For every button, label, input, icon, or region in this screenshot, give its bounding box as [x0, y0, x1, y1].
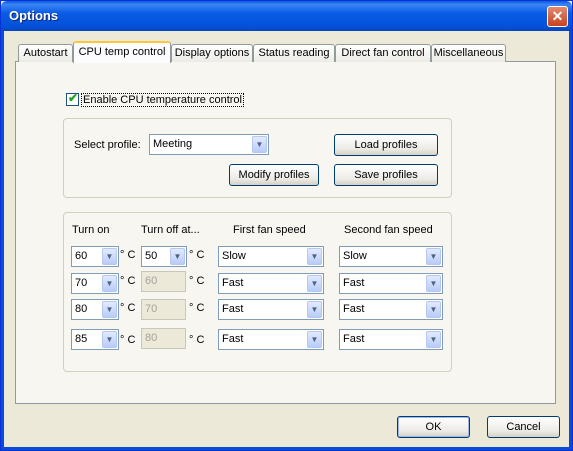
- tab-cpu-temp-control[interactable]: CPU temp control: [73, 41, 171, 63]
- modify-profiles-button[interactable]: Modify profiles: [229, 164, 319, 186]
- turn-off-header: Turn off at...: [141, 224, 200, 236]
- turn-off-field-disabled: 80: [141, 328, 186, 349]
- first-fan-speed-header: First fan speed: [233, 224, 306, 236]
- chevron-down-icon[interactable]: ▼: [426, 275, 441, 292]
- window-frame-left: [1, 31, 4, 450]
- unit-label: ° C: [189, 302, 205, 314]
- second-fan-speed-select[interactable]: Fast ▼: [339, 329, 443, 350]
- turn-on-select[interactable]: 85 ▼: [71, 329, 119, 350]
- turn-on-header: Turn on: [72, 224, 110, 236]
- first-fan-speed-value: Fast: [222, 277, 244, 289]
- turn-off-select[interactable]: 50 ▼: [141, 246, 187, 267]
- chevron-down-icon[interactable]: ▼: [252, 136, 267, 153]
- unit-label: ° C: [189, 249, 205, 261]
- unit-label: ° C: [120, 302, 136, 314]
- profile-select-value: Meeting: [153, 138, 193, 150]
- unit-label: ° C: [189, 275, 205, 287]
- tab-display-options[interactable]: Display options: [171, 44, 253, 62]
- unit-label: ° C: [120, 249, 136, 261]
- title-bar[interactable]: Options: [1, 1, 572, 31]
- turn-off-value: 70: [145, 303, 158, 315]
- unit-label: ° C: [120, 334, 136, 346]
- close-icon: ✕: [551, 8, 564, 24]
- select-profile-label: Select profile:: [74, 139, 141, 151]
- ok-button[interactable]: OK: [397, 416, 470, 438]
- checkmark-icon: ✔: [68, 91, 79, 105]
- enable-cpu-temp-checkbox[interactable]: ✔: [66, 91, 79, 106]
- chevron-down-icon[interactable]: ▼: [307, 331, 322, 348]
- turn-on-value: 80: [75, 303, 88, 315]
- first-fan-speed-value: Fast: [222, 333, 244, 345]
- tab-status-reading[interactable]: Status reading: [253, 44, 335, 62]
- save-profiles-button[interactable]: Save profiles: [334, 164, 438, 186]
- tab-miscellaneous[interactable]: Miscellaneous: [431, 44, 506, 62]
- chevron-down-icon[interactable]: ▼: [102, 301, 117, 318]
- enable-cpu-temp-label[interactable]: Enable CPU temperature control: [81, 93, 244, 107]
- first-fan-speed-select[interactable]: Fast ▼: [218, 273, 324, 294]
- chevron-down-icon[interactable]: ▼: [170, 248, 185, 265]
- tab-autostart[interactable]: Autostart: [18, 44, 73, 62]
- second-fan-speed-value: Fast: [343, 333, 365, 345]
- turn-on-select[interactable]: 60 ▼: [71, 246, 119, 267]
- first-fan-speed-select[interactable]: Fast ▼: [218, 299, 324, 320]
- window-title: Options: [9, 8, 59, 23]
- tab-direct-fan-control[interactable]: Direct fan control: [335, 44, 431, 62]
- chevron-down-icon[interactable]: ▼: [426, 301, 441, 318]
- chevron-down-icon[interactable]: ▼: [307, 301, 322, 318]
- turn-off-value: 50: [145, 250, 158, 262]
- turn-on-value: 85: [75, 333, 88, 345]
- unit-label: ° C: [120, 275, 136, 287]
- close-button[interactable]: ✕: [547, 6, 568, 27]
- cancel-button[interactable]: Cancel: [487, 416, 560, 438]
- turn-off-field-disabled: 70: [141, 299, 186, 320]
- turn-off-value: 80: [145, 332, 158, 344]
- second-fan-speed-value: Slow: [343, 250, 367, 262]
- first-fan-speed-select[interactable]: Slow ▼: [218, 246, 324, 267]
- first-fan-speed-value: Slow: [222, 250, 246, 262]
- turn-off-value: 60: [145, 275, 158, 287]
- turn-on-select[interactable]: 70 ▼: [71, 273, 119, 294]
- chevron-down-icon[interactable]: ▼: [426, 331, 441, 348]
- window-frame-bottom: [1, 447, 572, 450]
- second-fan-speed-value: Fast: [343, 303, 365, 315]
- turn-on-value: 60: [75, 250, 88, 262]
- profile-group: [63, 118, 452, 198]
- second-fan-speed-select[interactable]: Slow ▼: [339, 246, 443, 267]
- turn-off-field-disabled: 60: [141, 271, 186, 292]
- chevron-down-icon[interactable]: ▼: [426, 248, 441, 265]
- turn-on-select[interactable]: 80 ▼: [71, 299, 119, 320]
- chevron-down-icon[interactable]: ▼: [307, 248, 322, 265]
- load-profiles-button[interactable]: Load profiles: [334, 134, 438, 156]
- second-fan-speed-select[interactable]: Fast ▼: [339, 273, 443, 294]
- first-fan-speed-select[interactable]: Fast ▼: [218, 329, 324, 350]
- first-fan-speed-value: Fast: [222, 303, 244, 315]
- second-fan-speed-select[interactable]: Fast ▼: [339, 299, 443, 320]
- second-fan-speed-value: Fast: [343, 277, 365, 289]
- chevron-down-icon[interactable]: ▼: [307, 275, 322, 292]
- chevron-down-icon[interactable]: ▼: [102, 248, 117, 265]
- window-frame-right: [569, 31, 572, 450]
- options-window: Options ✕ Autostart CPU temp control Dis…: [0, 0, 573, 451]
- chevron-down-icon[interactable]: ▼: [102, 331, 117, 348]
- chevron-down-icon[interactable]: ▼: [102, 275, 117, 292]
- profile-select[interactable]: Meeting ▼: [149, 134, 269, 155]
- unit-label: ° C: [189, 334, 205, 346]
- turn-on-value: 70: [75, 277, 88, 289]
- second-fan-speed-header: Second fan speed: [344, 224, 433, 236]
